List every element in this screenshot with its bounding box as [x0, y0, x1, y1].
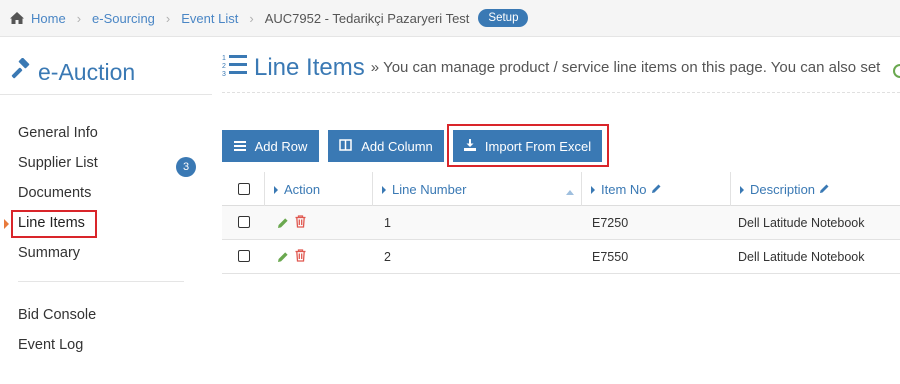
breadcrumb: Home › e-Sourcing › Event List › AUC7952…: [0, 0, 900, 37]
sidebar-item-bid-console[interactable]: Bid Console: [18, 307, 96, 323]
table-row: 1 E7250 Dell Latitude Notebook: [222, 206, 900, 240]
line-items-table: Action Line Number Item No Description 1…: [222, 172, 900, 274]
cell-line-number: 2: [384, 250, 391, 264]
svg-text:3: 3: [222, 71, 226, 78]
breadcrumb-separator: ›: [165, 10, 171, 26]
pencil-icon[interactable]: [819, 182, 830, 197]
table-row: 2 E7550 Dell Latitude Notebook: [222, 240, 900, 274]
pencil-icon[interactable]: [277, 216, 289, 234]
trash-icon[interactable]: [295, 215, 306, 233]
breadcrumb-home[interactable]: Home: [31, 11, 66, 26]
svg-text:1: 1: [222, 55, 226, 62]
cell-description: Dell Latitude Notebook: [738, 216, 865, 230]
sidebar-title-text: e-Auction: [38, 58, 136, 85]
page-header: 1 2 3 Line Items » You can manage product…: [222, 52, 880, 83]
status-circle-icon[interactable]: [893, 64, 900, 78]
row-checkbox[interactable]: [238, 216, 250, 228]
home-icon[interactable]: [9, 11, 25, 25]
breadcrumb-separator: ›: [249, 10, 254, 26]
sort-asc-icon[interactable]: [566, 182, 574, 200]
page-title: Line Items: [254, 53, 365, 81]
sidebar-item-line-items[interactable]: Line Items: [18, 215, 85, 231]
gavel-icon: [10, 57, 38, 86]
cell-description: Dell Latitude Notebook: [738, 250, 865, 264]
caret-right-icon: [591, 185, 595, 194]
cell-item-no: E7550: [592, 250, 629, 264]
caret-right-icon: [382, 185, 386, 194]
add-row-label: Add Row: [254, 138, 308, 154]
caret-right-icon: [740, 185, 744, 194]
column-header-line-number[interactable]: Line Number: [382, 182, 466, 197]
cell-line-number: 1: [384, 216, 391, 230]
header-divider: [222, 92, 900, 93]
sidebar-item-supplier-list[interactable]: Supplier List: [18, 155, 98, 171]
breadcrumb-esourcing[interactable]: e-Sourcing: [92, 11, 155, 26]
column-header-item-no[interactable]: Item No: [591, 182, 662, 197]
cell-item-no: E7250: [592, 216, 629, 230]
caret-right-icon: [274, 185, 278, 194]
sidebar-divider: [18, 281, 184, 282]
sidebar-item-summary[interactable]: Summary: [18, 245, 80, 261]
column-header-action[interactable]: Action: [274, 182, 320, 197]
column-header-description[interactable]: Description: [740, 182, 830, 197]
add-column-label: Add Column: [361, 138, 433, 154]
row-checkbox[interactable]: [238, 250, 250, 262]
active-indicator-arrow: [4, 219, 9, 229]
svg-text:2: 2: [222, 63, 226, 70]
trash-icon[interactable]: [295, 249, 306, 267]
status-badge: Setup: [478, 9, 529, 27]
add-row-button[interactable]: Add Row: [222, 130, 319, 162]
import-excel-highlight: [447, 124, 609, 167]
sidebar-item-general-info[interactable]: General Info: [18, 125, 98, 141]
columns-icon: [339, 138, 361, 154]
pencil-icon[interactable]: [277, 250, 289, 268]
list-ordered-icon: 1 2 3: [222, 52, 248, 83]
sidebar-divider: [0, 94, 212, 95]
bars-icon: [233, 139, 255, 154]
add-column-button[interactable]: Add Column: [328, 130, 444, 162]
breadcrumb-separator: ›: [76, 10, 82, 26]
sidebar-item-documents[interactable]: Documents: [18, 185, 91, 201]
select-all-checkbox[interactable]: [238, 183, 250, 195]
supplier-count-badge: 3: [176, 157, 196, 177]
page-subtitle: » You can manage product / service line i…: [370, 59, 881, 76]
pencil-icon[interactable]: [651, 182, 662, 197]
breadcrumb-current: AUC7952 - Tedarikçi Pazaryeri Test: [264, 10, 470, 26]
sidebar-title: e-Auction: [10, 57, 136, 86]
breadcrumb-event-list[interactable]: Event List: [181, 11, 238, 26]
sidebar-item-event-log[interactable]: Event Log: [18, 337, 83, 353]
